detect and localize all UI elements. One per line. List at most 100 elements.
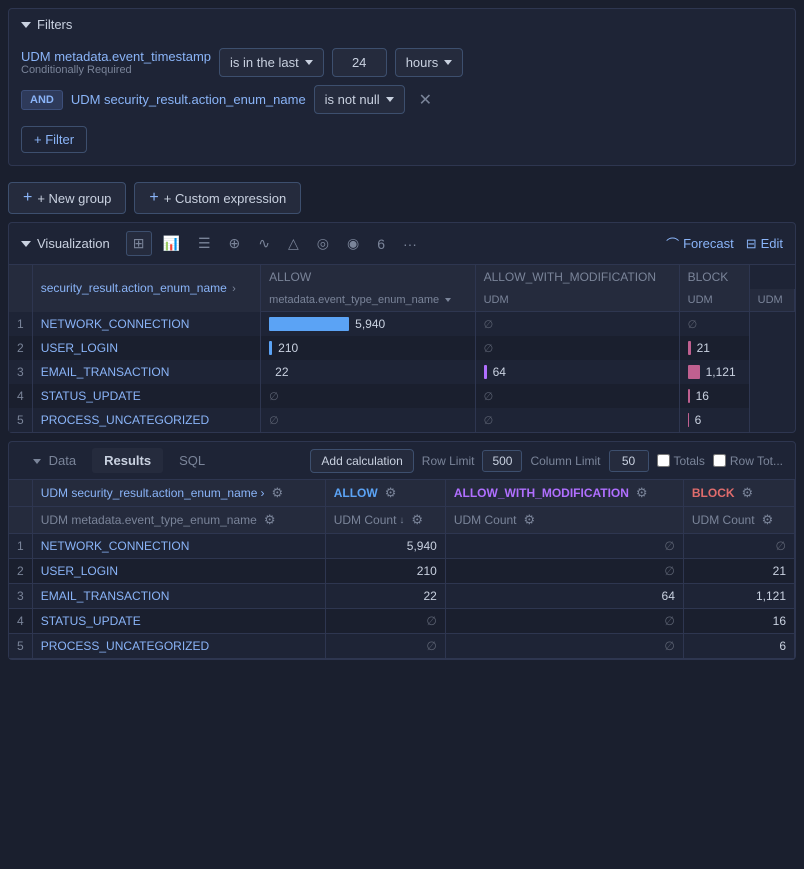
edit-icon: ⊟ (746, 236, 757, 252)
viz-allow-mod-header: ALLOW_WITH_MODIFICATION (484, 270, 656, 284)
result-allow-mod: ∅ (445, 634, 683, 659)
result-block: 1,121 (683, 584, 794, 609)
row-num: 5 (9, 634, 32, 659)
allow-cell: 22 (261, 360, 475, 384)
table-view-button[interactable]: ⊞ (126, 231, 152, 256)
row-num: 3 (9, 584, 32, 609)
totals-checkbox[interactable] (657, 454, 670, 467)
results-table-row: 1 NETWORK_CONNECTION 5,940 ∅ ∅ (9, 534, 795, 559)
result-allow-mod: ∅ (445, 609, 683, 634)
filters-collapse-icon (21, 22, 31, 28)
sub-col1-gear-icon[interactable]: ⚙ (264, 512, 276, 528)
remove-filter-button[interactable]: ✕ (413, 88, 438, 112)
row-totals-checkbox[interactable] (713, 454, 726, 467)
totals-checkbox-label[interactable]: Totals (657, 454, 705, 468)
row-name: USER_LOGIN (32, 336, 260, 360)
row-num: 1 (9, 534, 32, 559)
area-chart-button[interactable]: △ (281, 231, 306, 256)
chevron-icon-2 (386, 97, 394, 102)
row-totals-checkbox-label[interactable]: Row Tot... (713, 454, 783, 468)
bottom-actions: + + New group + + Custom expression (0, 174, 804, 222)
row-name: NETWORK_CONNECTION (32, 312, 260, 337)
donut-chart-button[interactable]: ◎ (310, 231, 336, 256)
allow-mod-cell: ∅ (475, 312, 679, 337)
tab-sql[interactable]: SQL (167, 448, 217, 473)
map-view-button[interactable]: ◉ (340, 231, 366, 256)
filter-field-name-2: UDM security_result.action_enum_name (71, 92, 306, 107)
filter-row-2: AND UDM security_result.action_enum_name… (21, 85, 783, 114)
block-gear-icon[interactable]: ⚙ (742, 485, 754, 501)
edit-button[interactable]: ⊟ Edit (746, 236, 783, 252)
number-view-button[interactable]: 6 (370, 232, 392, 256)
row-name: EMAIL_TRANSACTION (32, 360, 260, 384)
allow-cell: 210 (261, 336, 475, 360)
viz-block-header: BLOCK (688, 270, 729, 284)
block-cell: 21 (679, 336, 749, 360)
results-allow-mod-header: ALLOW_WITH_MODIFICATION ⚙ (454, 485, 675, 501)
sub-allow-gear-icon[interactable]: ⚙ (411, 512, 423, 528)
data-tab-icon (33, 459, 41, 464)
list-view-button[interactable]: ☰ (191, 231, 218, 256)
filters-section: Filters UDM metadata.event_timestamp Con… (8, 8, 796, 166)
viz-table: security_result.action_enum_name › ALLOW… (9, 265, 795, 432)
col1-gear-icon[interactable]: ⚙ (271, 485, 283, 501)
row-limit-value[interactable]: 500 (482, 450, 522, 472)
data-tabs-bar: Data Results SQL Add calculation Row Lim… (9, 442, 795, 480)
allow-gear-icon[interactable]: ⚙ (385, 485, 397, 501)
allow-mod-cell: ∅ (475, 384, 679, 408)
sub-block-gear-icon[interactable]: ⚙ (762, 512, 774, 528)
tab-results[interactable]: Results (92, 448, 163, 473)
allow-cell: 5,940 (261, 312, 475, 337)
new-group-button[interactable]: + + New group (8, 182, 126, 214)
tab-data[interactable]: Data (21, 448, 88, 473)
result-allow: 5,940 (325, 534, 445, 559)
filter-row-1: UDM metadata.event_timestamp Conditional… (21, 48, 783, 77)
results-table-row: 5 PROCESS_UNCATEGORIZED ∅ ∅ 6 (9, 634, 795, 659)
viz-title: Visualization (21, 236, 110, 251)
filter-value-input[interactable] (332, 48, 387, 77)
filters-header[interactable]: Filters (9, 9, 795, 40)
row-name: NETWORK_CONNECTION (32, 534, 325, 559)
filter-operator-dropdown-2[interactable]: is not null (314, 85, 405, 114)
viz-table-container: security_result.action_enum_name › ALLOW… (9, 265, 795, 432)
filter-field-1: UDM metadata.event_timestamp Conditional… (21, 49, 211, 76)
viz-label: Visualization (37, 236, 110, 251)
viz-table-row: 1 NETWORK_CONNECTION 5,940 ∅ ∅ (9, 312, 795, 337)
add-calculation-button[interactable]: Add calculation (310, 449, 413, 473)
allow-cell: ∅ (261, 408, 475, 432)
line-chart-button[interactable]: ∿ (251, 231, 277, 256)
result-allow: ∅ (325, 609, 445, 634)
result-allow-mod: 64 (445, 584, 683, 609)
row-num: 3 (9, 360, 32, 384)
filters-title: Filters (37, 17, 72, 32)
col-limit-value[interactable]: 50 (609, 450, 649, 472)
data-controls: Add calculation Row Limit 500 Column Lim… (310, 449, 783, 473)
filter-field-name-1: UDM metadata.event_timestamp (21, 49, 211, 64)
row-name: STATUS_UPDATE (32, 384, 260, 408)
more-options-button[interactable]: ··· (396, 232, 424, 256)
results-table-row: 3 EMAIL_TRANSACTION 22 64 1,121 (9, 584, 795, 609)
forecast-button[interactable]: ⌒ Forecast (666, 234, 734, 253)
row-limit-label: Row Limit (422, 454, 475, 468)
allow-mod-cell: 64 (475, 360, 679, 384)
block-cell: 1,121 (679, 360, 749, 384)
filter-unit-dropdown[interactable]: hours (395, 48, 464, 77)
col2-chevron-icon (445, 298, 451, 302)
row-num: 1 (9, 312, 32, 337)
add-filter-button[interactable]: + Filter (21, 126, 87, 153)
custom-expression-button[interactable]: + + Custom expression (134, 182, 301, 214)
allow-mod-gear-icon[interactable]: ⚙ (636, 485, 648, 501)
chevron-icon (305, 60, 313, 65)
row-name: STATUS_UPDATE (32, 609, 325, 634)
results-table: UDM security_result.action_enum_name › ⚙… (9, 480, 795, 659)
filter-operator-dropdown-1[interactable]: is in the last (219, 48, 324, 77)
bottom-table-container: UDM security_result.action_enum_name › ⚙… (9, 480, 795, 659)
viz-toolbar: ⊞ 📊 ☰ ⊕ ∿ △ ◎ ◉ 6 ··· (126, 231, 658, 256)
results-col1-header: UDM security_result.action_enum_name › ⚙ (41, 485, 317, 501)
results-table-row: 2 USER_LOGIN 210 ∅ 21 (9, 559, 795, 584)
viz-table-row: 5 PROCESS_UNCATEGORIZED ∅ ∅ 6 (9, 408, 795, 432)
sub-allow-mod-gear-icon[interactable]: ⚙ (524, 512, 536, 528)
bar-chart-button[interactable]: 📊 (156, 231, 187, 256)
scatter-view-button[interactable]: ⊕ (222, 231, 248, 256)
row-name: EMAIL_TRANSACTION (32, 584, 325, 609)
